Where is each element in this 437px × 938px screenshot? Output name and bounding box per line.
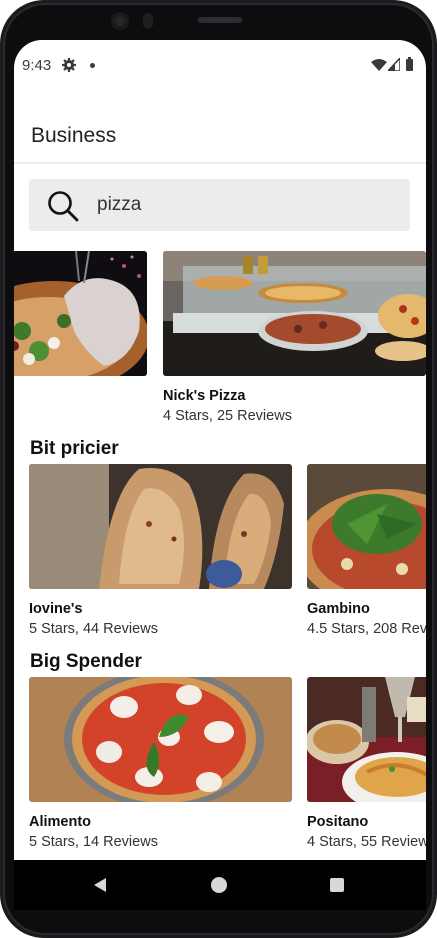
business-photo <box>307 464 426 589</box>
settings-gear-icon <box>62 58 76 72</box>
business-name: Iovine's <box>29 601 83 617</box>
recents-icon[interactable] <box>330 878 344 892</box>
cell-signal-icon <box>388 58 400 71</box>
business-card[interactable]: Positano 4 Stars, 55 Review <box>307 677 426 850</box>
home-icon[interactable] <box>211 877 227 893</box>
business-rating: ews <box>14 388 147 404</box>
section-title: Bit pricier <box>30 438 119 459</box>
front-camera <box>111 12 129 30</box>
page-title: Business <box>31 124 117 147</box>
business-photo <box>307 677 426 802</box>
business-name: Positano <box>307 814 369 830</box>
business-card[interactable]: Iovine's 5 Stars, 44 Reviews <box>29 464 292 637</box>
business-photo <box>163 251 426 376</box>
business-rating: 5 Stars, 14 Reviews <box>29 834 158 850</box>
battery-icon <box>406 57 413 71</box>
back-icon[interactable] <box>92 877 108 893</box>
business-photo <box>14 251 147 376</box>
business-card[interactable]: ews <box>14 251 147 404</box>
app-bar: Business <box>14 90 426 164</box>
business-rating: 4.5 Stars, 208 Rev <box>307 621 426 637</box>
business-name: Gambino <box>307 601 370 617</box>
business-name: Nick's Pizza <box>163 388 246 404</box>
section-title: Big Spender <box>30 651 142 672</box>
search-input[interactable]: pizza <box>97 194 141 216</box>
system-nav-bar <box>14 860 426 910</box>
business-photo <box>29 464 292 589</box>
notification-dot-icon <box>90 63 95 68</box>
status-bar: 9:43 <box>14 40 426 90</box>
search-icon[interactable] <box>47 190 79 222</box>
search-bar[interactable]: pizza <box>29 179 410 231</box>
status-time: 9:43 <box>22 57 52 74</box>
app-screen: 9:43 Business pizza Nick's Pizza 4 Stars… <box>14 40 426 860</box>
earpiece-speaker <box>198 17 242 23</box>
business-card[interactable]: Gambino 4.5 Stars, 208 Rev <box>307 464 426 637</box>
business-card[interactable]: Nick's Pizza 4 Stars, 25 Reviews <box>163 251 426 424</box>
business-rating: 5 Stars, 44 Reviews <box>29 621 158 637</box>
proximity-sensor <box>143 13 153 29</box>
business-card[interactable]: Alimento 5 Stars, 14 Reviews <box>29 677 292 850</box>
business-rating: 4 Stars, 55 Review <box>307 834 426 850</box>
business-photo <box>29 677 292 802</box>
wifi-icon <box>371 59 387 71</box>
business-rating: 4 Stars, 25 Reviews <box>163 408 292 424</box>
business-name: Alimento <box>29 814 92 830</box>
